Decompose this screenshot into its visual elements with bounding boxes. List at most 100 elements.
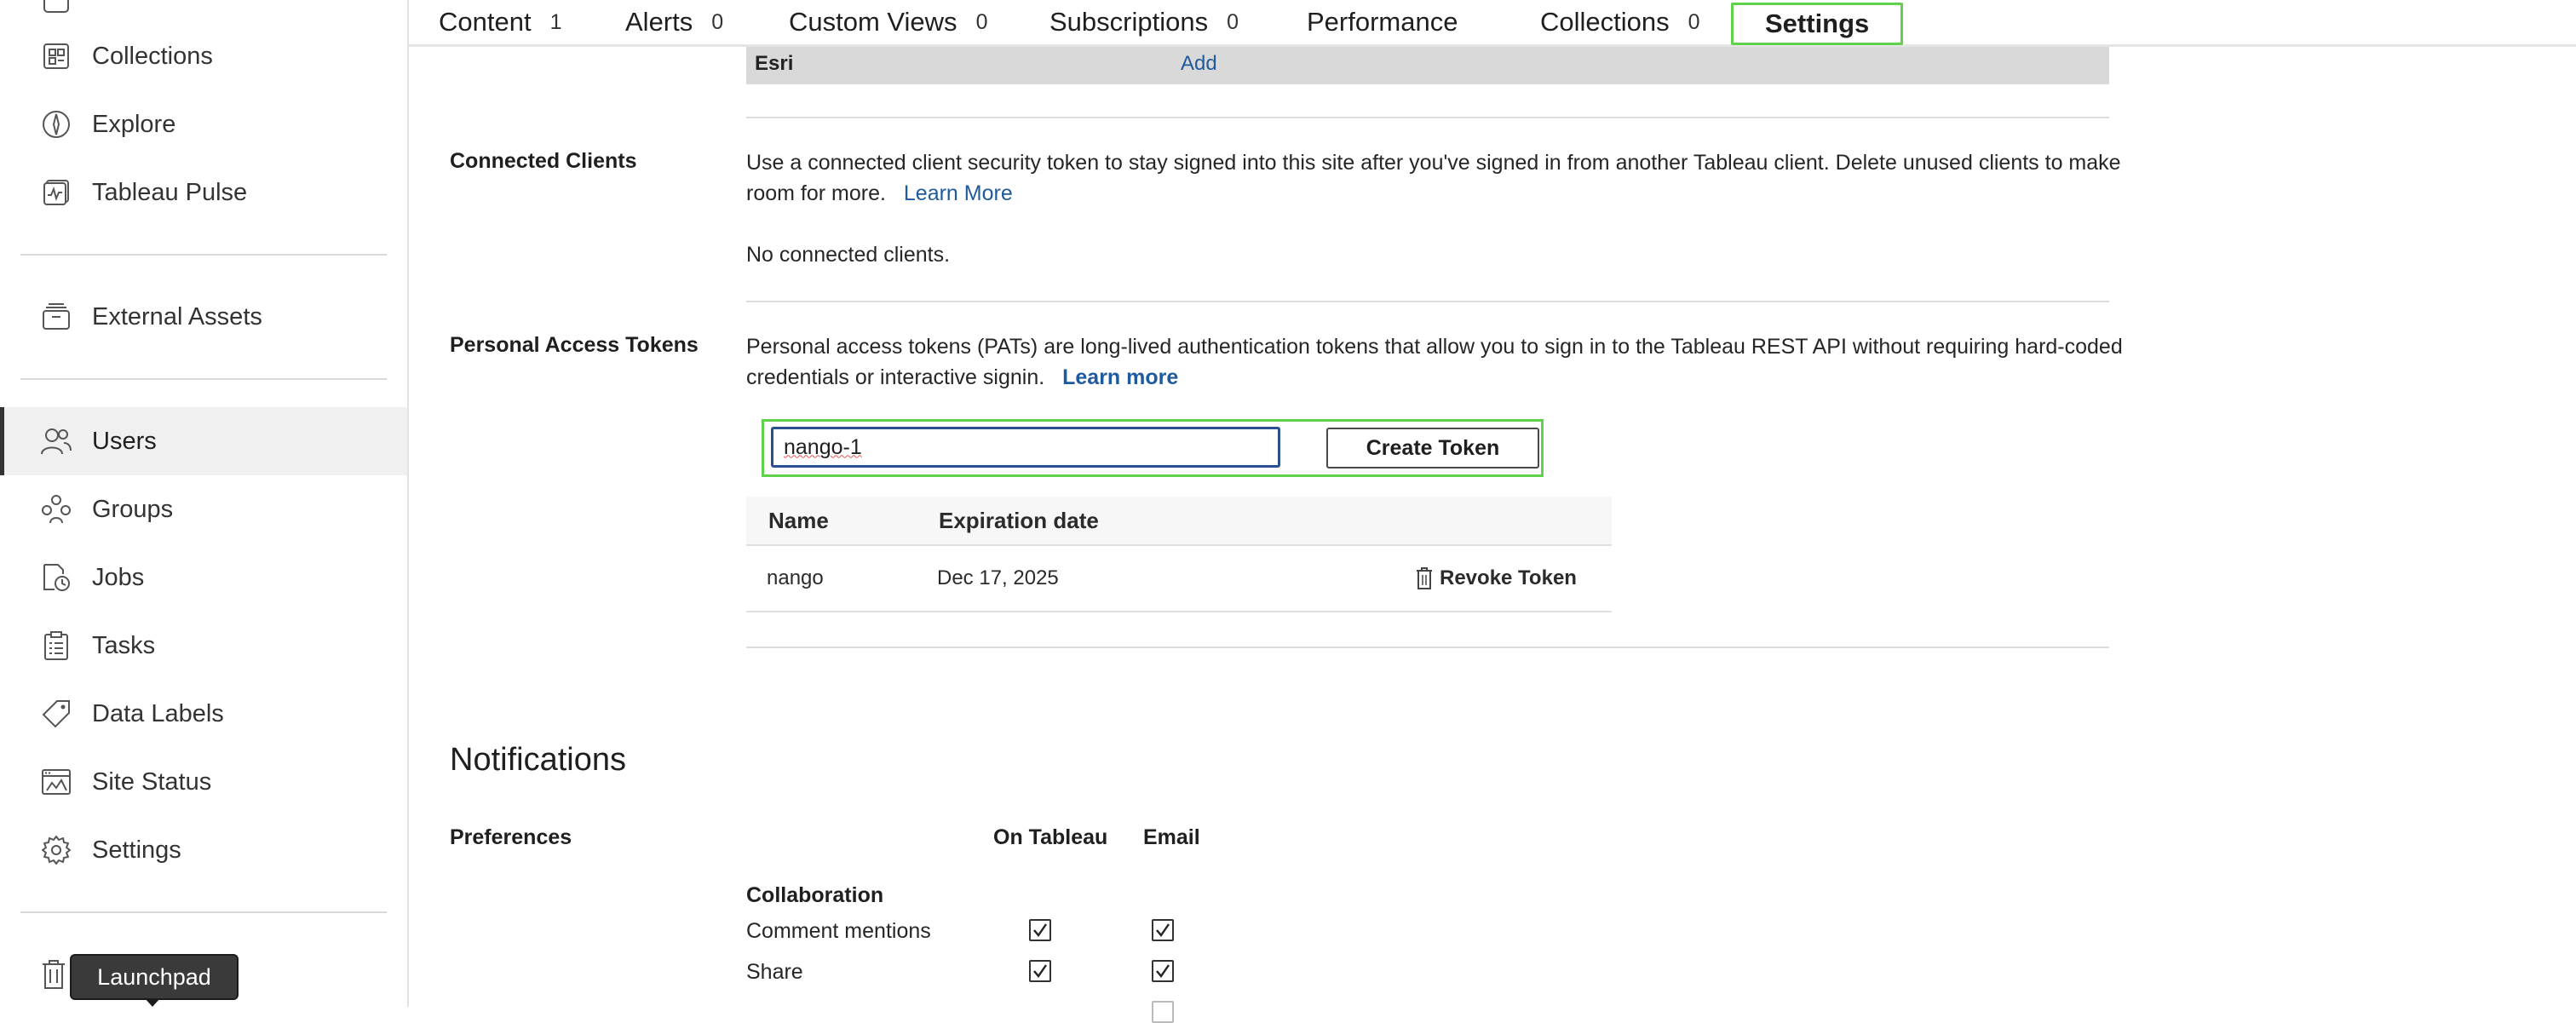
collaboration-group: Collaboration — [746, 883, 884, 907]
sidebar-item-label: Site Status — [92, 767, 212, 796]
create-token-form: Create Token — [762, 419, 1544, 477]
settings-panel: Esri Add Connected Clients Use a connect… — [409, 47, 2576, 1023]
esri-name: Esri — [755, 52, 794, 75]
sidebar-divider — [20, 911, 387, 913]
sidebar-item-tableau-pulse[interactable]: Tableau Pulse — [0, 158, 407, 227]
notifications-heading: Notifications — [450, 742, 626, 778]
connected-clients-title: Connected Clients — [450, 149, 637, 173]
sidebar-item-label: External Assets — [92, 302, 262, 330]
sidebar-item-users[interactable]: Users — [0, 407, 407, 475]
tab-count: 1 — [549, 9, 562, 34]
tab-label: Alerts — [625, 7, 693, 37]
data-labels-icon — [39, 697, 73, 731]
sidebar-item-groups[interactable]: Groups — [0, 475, 407, 543]
explore-icon — [39, 107, 73, 141]
token-name-cell: nango — [767, 566, 824, 589]
column-header-expiration: Expiration date — [939, 508, 1099, 533]
description-text: credentials or interactive signin. — [746, 365, 1045, 389]
tab-bar: Content 1 Alerts 0 Custom Views 0 Subscr… — [409, 0, 2576, 47]
sidebar-item-settings[interactable]: Settings — [0, 816, 407, 884]
sidebar-item-label: Explore — [92, 110, 176, 138]
tab-performance[interactable]: Performance — [1307, 0, 1458, 44]
connected-clients-description: Use a connected client security token to… — [746, 147, 2126, 209]
groups-icon — [39, 492, 73, 526]
token-table: Name Expiration date nango Dec 17, 2025 … — [746, 497, 1612, 612]
revoke-token-button[interactable]: Revoke Token — [1416, 546, 1577, 611]
sidebar-item-label: Collections — [92, 42, 213, 70]
pref-share-label: Share — [746, 960, 803, 984]
create-token-button[interactable]: Create Token — [1326, 428, 1539, 468]
preferences-label: Preferences — [450, 825, 572, 849]
trash-icon — [1416, 567, 1433, 589]
tab-content[interactable]: Content 1 — [439, 0, 561, 44]
description-line: Use a connected client security token to… — [746, 151, 2121, 175]
sidebar-item-jobs[interactable]: Jobs — [0, 543, 407, 612]
column-email: Email — [1143, 825, 1200, 849]
tab-label: Performance — [1307, 7, 1458, 37]
learn-more-link[interactable]: Learn More — [904, 181, 1013, 205]
comment-mentions-tableau-checkbox[interactable] — [1029, 919, 1051, 941]
tab-count: 0 — [1688, 9, 1700, 34]
section-divider — [746, 117, 2109, 118]
tab-label: Collections — [1540, 7, 1670, 37]
checkmark-icon — [1033, 923, 1047, 937]
sidebar-item-data-labels[interactable]: Data Labels — [0, 680, 407, 748]
sidebar: Collections Explore Tableau Pulse Extern… — [0, 0, 409, 1007]
tab-count: 0 — [975, 9, 988, 34]
gear-icon — [39, 833, 73, 867]
external-assets-icon — [39, 300, 73, 334]
tab-label: Custom Views — [789, 7, 957, 37]
description-line: room for more. Learn More — [746, 178, 2126, 209]
checkmark-icon — [1156, 964, 1170, 978]
table-row: nango Dec 17, 2025 Revoke Token — [746, 546, 1612, 612]
sidebar-item-label: Groups — [92, 495, 174, 523]
learn-more-link[interactable]: Learn more — [1062, 365, 1178, 389]
no-clients-text: No connected clients. — [746, 243, 951, 267]
sidebar-item-label: Users — [92, 427, 157, 455]
description-text: room for more. — [746, 181, 886, 205]
column-header-name: Name — [768, 508, 829, 533]
sidebar-item-external-assets[interactable]: External Assets — [0, 283, 407, 351]
esri-add-link[interactable]: Add — [1181, 52, 1217, 76]
tab-count: 0 — [1227, 9, 1239, 34]
share-email-checkbox[interactable] — [1152, 960, 1174, 982]
sidebar-item-label: Data Labels — [92, 699, 224, 727]
pulse-icon — [39, 175, 73, 210]
checkmark-icon — [1033, 964, 1047, 978]
sidebar-divider — [20, 254, 387, 256]
tab-label: Content — [439, 7, 532, 37]
tab-settings[interactable]: Settings — [1731, 3, 1904, 45]
sidebar-item-explore[interactable]: Explore — [0, 90, 407, 158]
jobs-icon — [39, 560, 73, 595]
section-divider — [746, 647, 2109, 648]
tab-label: Settings — [1765, 9, 1870, 38]
tab-custom-views[interactable]: Custom Views 0 — [789, 0, 987, 44]
tab-alerts[interactable]: Alerts 0 — [625, 0, 723, 44]
pat-description: Personal access tokens (PATs) are long-l… — [746, 331, 2126, 393]
sidebar-item-site-status[interactable]: Site Status — [0, 748, 407, 816]
trash-icon[interactable] — [41, 959, 66, 994]
site-status-icon — [39, 765, 73, 799]
pref-comment-mentions-label: Comment mentions — [746, 919, 931, 943]
sidebar-item-label: Tableau Pulse — [92, 178, 248, 206]
sidebar-item-collections[interactable]: Collections — [0, 22, 407, 90]
pat-title: Personal Access Tokens — [450, 333, 699, 357]
sidebar-item-label: Jobs — [92, 563, 145, 591]
comment-mentions-email-checkbox[interactable] — [1152, 919, 1174, 941]
launchpad-tooltip: Launchpad — [70, 954, 239, 1007]
section-divider — [746, 301, 2109, 302]
sidebar-item-tasks[interactable]: Tasks — [0, 612, 407, 680]
collections-icon — [39, 39, 73, 73]
esri-row: Esri Add — [746, 47, 2109, 84]
sidebar-divider — [20, 378, 387, 380]
tab-subscriptions[interactable]: Subscriptions 0 — [1049, 0, 1239, 44]
tab-count: 0 — [711, 9, 724, 34]
partial-checkbox[interactable] — [1152, 1001, 1174, 1023]
checkmark-icon — [1156, 923, 1170, 937]
tab-collections[interactable]: Collections 0 — [1540, 0, 1700, 44]
token-name-input[interactable] — [771, 427, 1280, 468]
tasks-icon — [39, 629, 73, 663]
tab-label: Subscriptions — [1049, 7, 1209, 37]
partial-item-icon — [39, 0, 73, 17]
share-tableau-checkbox[interactable] — [1029, 960, 1051, 982]
